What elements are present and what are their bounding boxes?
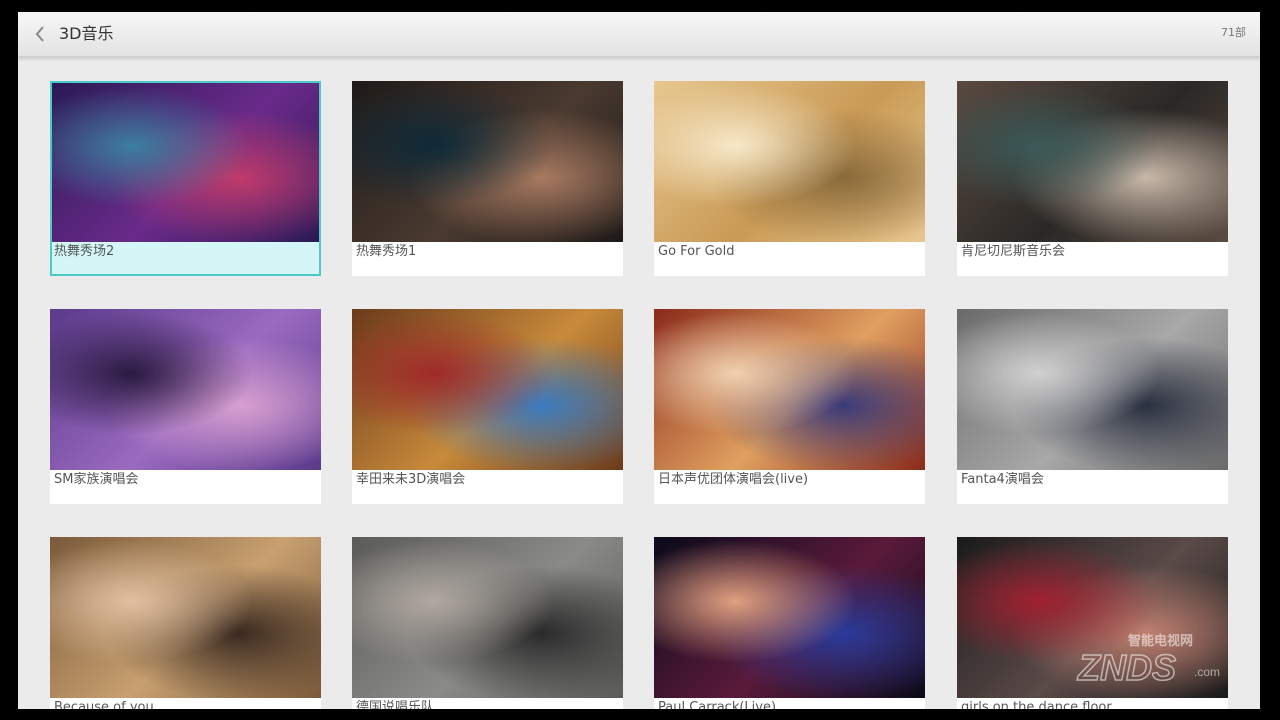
top-bar: 3D音乐 71部 (18, 12, 1260, 57)
video-thumbnail (654, 309, 925, 470)
video-card[interactable]: Go For Gold (654, 81, 925, 276)
video-title: 热舞秀场2 (54, 244, 115, 259)
video-card[interactable]: 热舞秀场2 (50, 81, 321, 276)
video-thumbnail (52, 83, 319, 242)
video-title: 肯尼切尼斯音乐会 (961, 244, 1066, 259)
video-card[interactable]: 肯尼切尼斯音乐会 (957, 81, 1228, 276)
video-card[interactable]: Paul Carrack(Live) (654, 537, 925, 709)
video-card[interactable]: 德国说唱乐队 (352, 537, 623, 709)
video-card[interactable]: girls on the dance floor (957, 537, 1228, 709)
video-title: 幸田来未3D演唱会 (356, 472, 466, 487)
video-thumbnail (957, 81, 1228, 242)
video-title: SM家族演唱会 (54, 472, 139, 487)
video-thumbnail (957, 309, 1228, 470)
video-card[interactable]: Because of you (50, 537, 321, 709)
video-thumbnail (50, 309, 321, 470)
video-thumbnail (352, 537, 623, 698)
video-title: Fanta4演唱会 (961, 472, 1044, 487)
video-card[interactable]: Fanta4演唱会 (957, 309, 1228, 504)
back-button[interactable] (30, 22, 50, 46)
video-thumbnail (352, 309, 623, 470)
video-title: girls on the dance floor (961, 700, 1112, 709)
video-card[interactable]: 幸田来未3D演唱会 (352, 309, 623, 504)
video-title: Paul Carrack(Live) (658, 700, 777, 709)
chevron-left-icon (35, 26, 44, 42)
video-card[interactable]: SM家族演唱会 (50, 309, 321, 504)
video-thumbnail (654, 537, 925, 698)
app-window: 3D音乐 71部 热舞秀场2 热舞秀场1 Go For Gold 肯尼切尼斯音乐会 SM… (18, 12, 1260, 709)
page-title: 3D音乐 (59, 24, 114, 43)
video-card[interactable]: 日本声优团体演唱会(live) (654, 309, 925, 504)
video-thumbnail (654, 81, 925, 242)
video-title: 热舞秀场1 (356, 244, 417, 259)
item-count: 71部 (1221, 26, 1246, 39)
video-thumbnail (957, 537, 1228, 698)
video-thumbnail (352, 81, 623, 242)
video-title: Go For Gold (658, 244, 735, 259)
video-thumbnail (50, 537, 321, 698)
video-card[interactable]: 热舞秀场1 (352, 81, 623, 276)
video-title: Because of you (54, 700, 154, 709)
video-title: 日本声优团体演唱会(live) (658, 472, 809, 487)
video-title: 德国说唱乐队 (356, 700, 435, 709)
